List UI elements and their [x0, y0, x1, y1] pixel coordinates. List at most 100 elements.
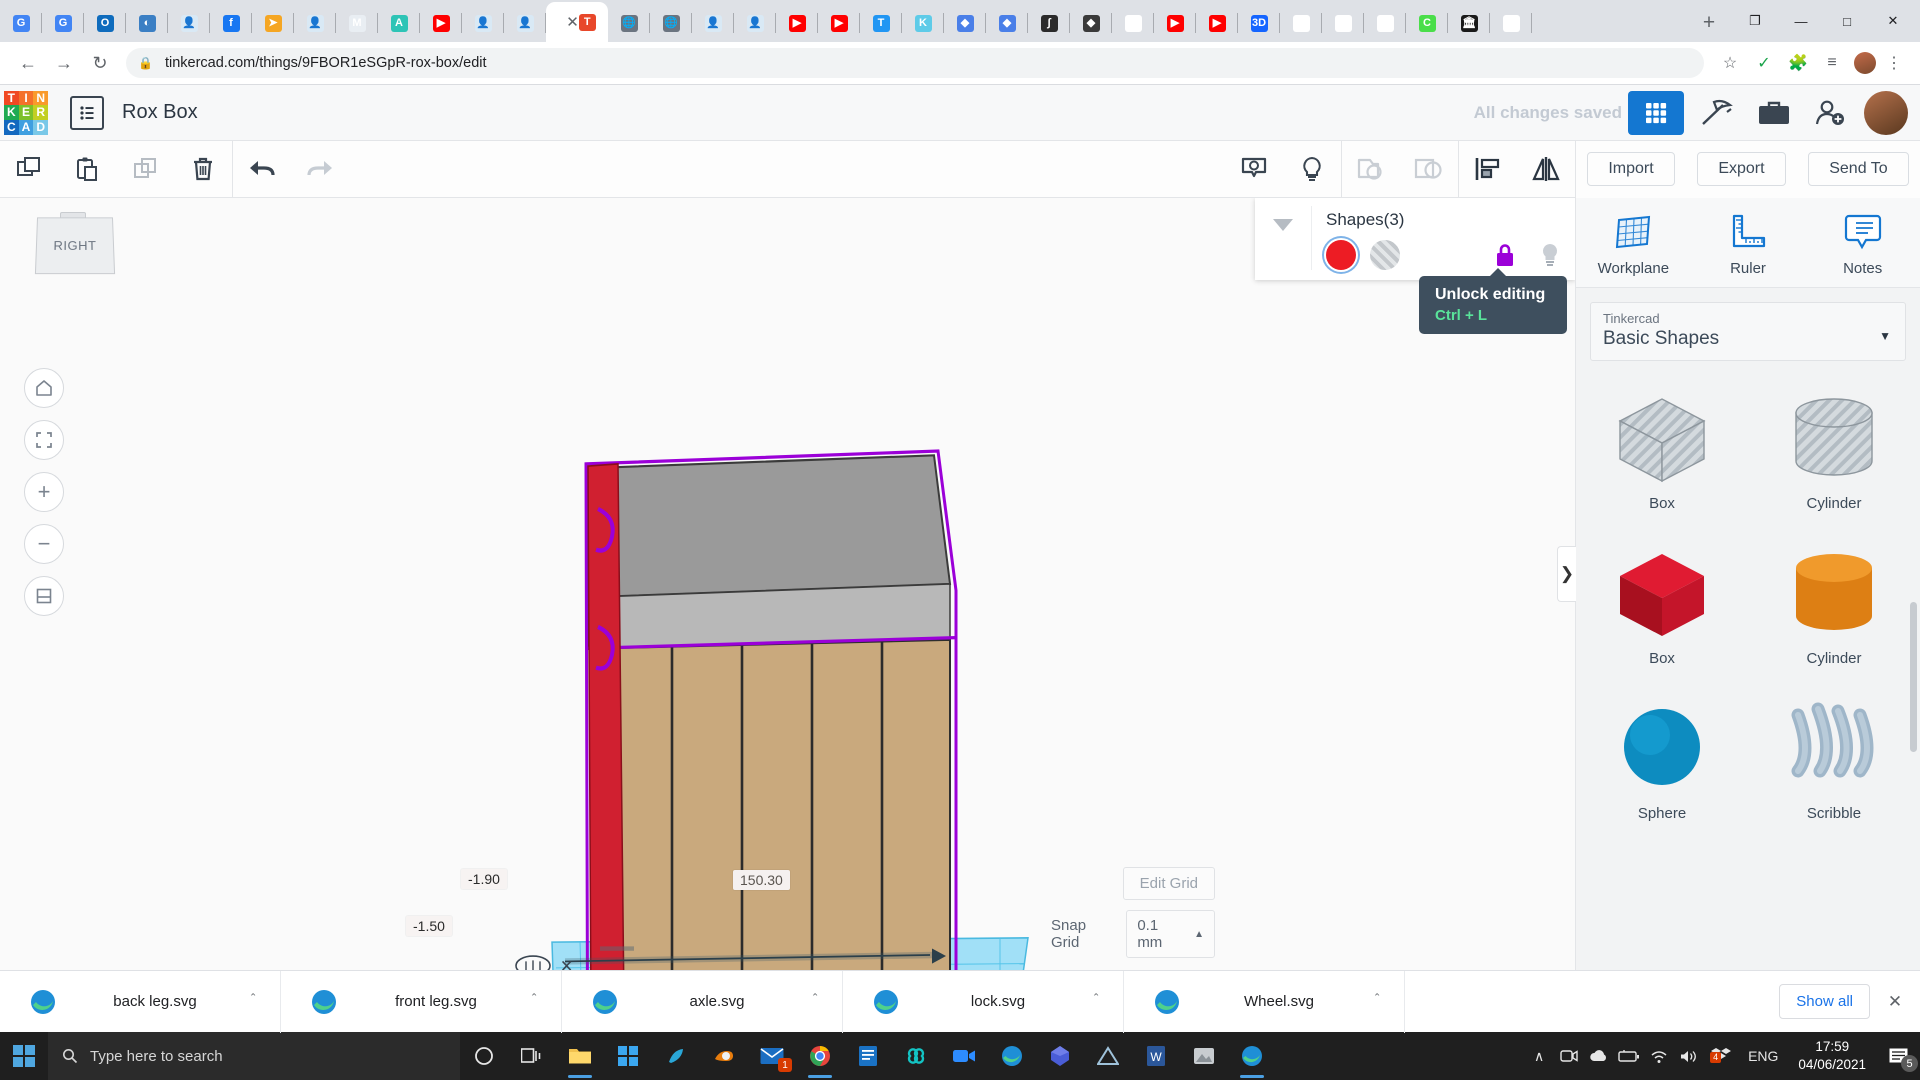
- inkscape-tab[interactable]: ◆: [1070, 4, 1112, 42]
- copy-button[interactable]: [0, 141, 58, 198]
- project-list-button[interactable]: [70, 95, 104, 130]
- notes-tool[interactable]: Notes: [1805, 198, 1920, 287]
- export-button[interactable]: Export: [1697, 152, 1786, 186]
- show-all-downloads-button[interactable]: Show all: [1779, 984, 1870, 1019]
- google-tab[interactable]: G: [1112, 4, 1154, 42]
- new-tab-button[interactable]: +: [1692, 6, 1726, 40]
- rox-box-model[interactable]: ✕: [0, 198, 1575, 970]
- lock-icon[interactable]: [1493, 242, 1517, 268]
- clock[interactable]: 17:59 04/06/2021: [1788, 1038, 1876, 1074]
- onedrive-icon[interactable]: [1584, 1032, 1614, 1080]
- mirror-button[interactable]: [1517, 141, 1575, 198]
- paste-button[interactable]: [58, 141, 116, 198]
- mail-button[interactable]: 1: [748, 1032, 796, 1080]
- canva-tab[interactable]: C: [1406, 4, 1448, 42]
- microsoft-store-button[interactable]: [604, 1032, 652, 1080]
- wikipedia-tab-3[interactable]: W: [1364, 4, 1406, 42]
- wikipedia-tab-2[interactable]: W: [1322, 4, 1364, 42]
- makerbot-tab[interactable]: M: [336, 4, 378, 42]
- cortana-button[interactable]: [460, 1032, 508, 1080]
- dropbox-icon[interactable]: 4: [1704, 1032, 1738, 1080]
- download-back-leg[interactable]: back leg.svg ＾: [0, 970, 281, 1033]
- layers-tab-2[interactable]: ◆: [986, 4, 1028, 42]
- thingiverse-tab-2[interactable]: T: [860, 4, 902, 42]
- undo-button[interactable]: [233, 141, 291, 198]
- maximize-window-button[interactable]: □: [1824, 5, 1870, 37]
- download-back-leg-menu[interactable]: ＾: [230, 992, 276, 1012]
- tab-close-button[interactable]: ✕: [566, 15, 579, 30]
- dim-label-15030[interactable]: 150.30: [733, 870, 790, 890]
- language-indicator[interactable]: ENG: [1738, 1048, 1788, 1064]
- battery-icon[interactable]: [1614, 1032, 1644, 1080]
- integral-tab[interactable]: ∫: [1028, 4, 1070, 42]
- panel-collapse-handle[interactable]: ❯: [1557, 546, 1576, 602]
- tinkercad-logo[interactable]: TINKERCAD: [4, 90, 48, 135]
- close-download-bar-button[interactable]: ✕: [1870, 992, 1920, 1012]
- shapes-popup-collapse-button[interactable]: [1255, 206, 1311, 270]
- light-bulb-button[interactable]: [1283, 141, 1341, 198]
- triangle-app-button[interactable]: [1084, 1032, 1132, 1080]
- workplane-tool[interactable]: Workplane: [1576, 198, 1691, 287]
- snap-grid-select[interactable]: 0.1 mm ▲: [1126, 910, 1215, 958]
- duplicate-button[interactable]: [116, 141, 174, 198]
- download-wheel[interactable]: Wheel.svg ＾: [1124, 970, 1405, 1033]
- 3d-app-button[interactable]: [1036, 1032, 1084, 1080]
- shape-cylinder-orange[interactable]: Cylinder: [1748, 540, 1920, 695]
- libreoffice-writer-button[interactable]: [844, 1032, 892, 1080]
- infinity-button[interactable]: [892, 1032, 940, 1080]
- hole-swatch[interactable]: [1370, 240, 1400, 270]
- facebook-tab[interactable]: f: [210, 4, 252, 42]
- shape-library-select[interactable]: Tinkercad Basic Shapes ▼: [1590, 302, 1906, 361]
- grid-view-button[interactable]: [1628, 90, 1684, 135]
- taskbar-search-box[interactable]: Type here to search: [48, 1032, 460, 1080]
- browser-menu-icon[interactable]: ⋮: [1878, 47, 1910, 79]
- start-button[interactable]: [0, 1032, 48, 1080]
- add-person-button[interactable]: [1802, 85, 1858, 141]
- profile-tab-2[interactable]: 👤: [294, 4, 336, 42]
- send-to-button[interactable]: Send To: [1808, 152, 1909, 186]
- kidoz-tab[interactable]: K: [902, 4, 944, 42]
- thingiverse-tab[interactable]: ◐: [126, 4, 168, 42]
- reading-list-icon[interactable]: ≡: [1816, 47, 1848, 79]
- box-body[interactable]: [599, 638, 951, 970]
- show-hidden-icons-button[interactable]: ∧: [1524, 1032, 1554, 1080]
- autodesk-tab[interactable]: A: [378, 4, 420, 42]
- gallery-button[interactable]: [1746, 85, 1802, 141]
- chrome-button[interactable]: [796, 1032, 844, 1080]
- edit-grid-button[interactable]: Edit Grid: [1122, 867, 1215, 900]
- youtube-tab-2[interactable]: ▶: [776, 4, 818, 42]
- ruler-tool[interactable]: Ruler: [1691, 198, 1806, 287]
- ungroup-button[interactable]: [1400, 141, 1458, 198]
- download-lock[interactable]: lock.svg ＾: [843, 970, 1124, 1033]
- dim-label-neg-190[interactable]: -1.90: [461, 869, 507, 889]
- shield-icon[interactable]: ✓: [1748, 47, 1780, 79]
- youtube-tab-4[interactable]: ▶: [1154, 4, 1196, 42]
- paint-button[interactable]: [652, 1032, 700, 1080]
- bulb-icon[interactable]: [1539, 242, 1561, 268]
- task-view-button[interactable]: [508, 1032, 556, 1080]
- profile-tab-6[interactable]: 👤: [734, 4, 776, 42]
- align-button[interactable]: [1459, 141, 1517, 198]
- shape-box-hole[interactable]: Box: [1576, 385, 1748, 540]
- 3d-tab[interactable]: 3D: [1238, 4, 1280, 42]
- telegram-tab[interactable]: ➤: [252, 4, 294, 42]
- dim-label-neg-150[interactable]: -1.50: [406, 916, 452, 936]
- profile-tab-4[interactable]: 👤: [504, 4, 546, 42]
- profile-avatar[interactable]: [1854, 52, 1876, 74]
- download-front-leg-menu[interactable]: ＾: [511, 992, 557, 1012]
- google-translate-tab-2[interactable]: G: [42, 4, 84, 42]
- redo-button[interactable]: [291, 141, 349, 198]
- profile-tab-5[interactable]: 👤: [692, 4, 734, 42]
- wikipedia-tab[interactable]: W: [1280, 4, 1322, 42]
- youtube-tab-5[interactable]: ▶: [1196, 4, 1238, 42]
- bookmark-star-icon[interactable]: ☆: [1714, 47, 1746, 79]
- reload-button[interactable]: ↻: [82, 45, 118, 81]
- solid-color-swatch[interactable]: [1326, 240, 1356, 270]
- shape-box-red[interactable]: Box: [1576, 540, 1748, 695]
- address-bar[interactable]: 🔒 tinkercad.com/things/9FBOR1eSGpR-rox-b…: [126, 48, 1704, 78]
- blender-button[interactable]: [700, 1032, 748, 1080]
- download-front-leg[interactable]: front leg.svg ＾: [281, 970, 562, 1033]
- download-wheel-menu[interactable]: ＾: [1354, 992, 1400, 1012]
- user-avatar[interactable]: [1864, 90, 1908, 135]
- youtube-tab-3[interactable]: ▶: [818, 4, 860, 42]
